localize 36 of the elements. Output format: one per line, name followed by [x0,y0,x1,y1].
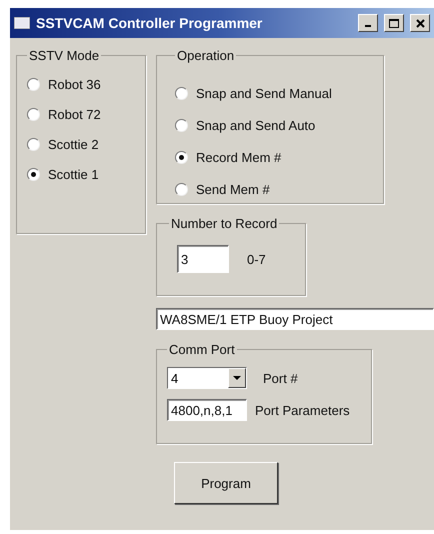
range-label: 0-7 [247,252,266,266]
project-field[interactable]: WA8SME/1 ETP Buoy Project [156,308,434,330]
radio-label[interactable]: Robot 36 [48,76,101,92]
radio-button[interactable] [27,168,40,180]
maximize-icon [389,18,399,28]
radio-label[interactable]: Scottie 1 [48,166,99,182]
program-button[interactable]: Program [174,462,278,504]
radio-label[interactable]: Record Mem # [196,150,282,164]
port-dropdown[interactable]: 4 [167,367,247,389]
radio-label[interactable]: Robot 72 [48,106,101,122]
close-button[interactable] [410,14,430,32]
window-icon [14,17,30,29]
radio-button[interactable] [175,182,188,196]
number-field[interactable]: 3 [177,245,229,273]
radio-label[interactable]: Send Mem # [196,182,270,196]
radio-label[interactable]: Scottie 2 [48,136,99,152]
radio-button[interactable] [175,86,188,100]
parameters-label: Port Parameters [255,402,350,418]
port-label: Port # [263,370,298,386]
parameters-field[interactable]: 4800,n,8,1 [167,399,247,421]
radio-button[interactable] [27,138,40,150]
radio-button[interactable] [27,78,40,90]
caret-icon [233,376,241,380]
radio-label[interactable]: Snap and Send Manual [196,86,332,100]
group-label: Comm Port [168,342,236,357]
window-title: SSTVCAM Controller Programmer [36,15,264,31]
radio-label[interactable]: Snap and Send Auto [196,118,316,132]
maximize-button[interactable] [384,14,404,32]
minimize-button[interactable] [358,14,378,32]
group-label: Operation [176,48,236,63]
group-label: Number to Record [170,216,278,231]
radio-button[interactable] [175,118,188,132]
radio-button[interactable] [175,150,188,164]
close-icon [416,18,424,28]
radio-button[interactable] [27,108,40,120]
group-label: SSTV Mode [28,48,100,63]
